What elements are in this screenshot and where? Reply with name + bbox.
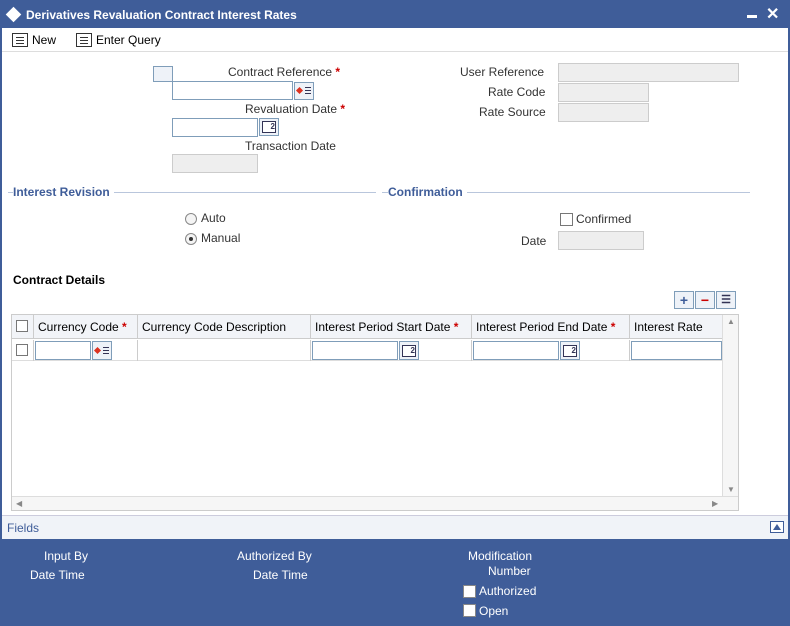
- contract-toggle-button[interactable]: [153, 66, 173, 82]
- currency-code-lov-button[interactable]: [92, 341, 112, 360]
- lov-icon: [95, 346, 109, 356]
- calendar-icon: 2: [402, 344, 416, 357]
- plus-icon: +: [679, 292, 689, 308]
- modification-number-label: Number: [488, 564, 531, 578]
- interest-rate-input[interactable]: [631, 341, 722, 360]
- currency-code-header[interactable]: Currency Code *: [34, 315, 138, 339]
- authorized-label: Authorized: [479, 584, 537, 598]
- open-label: Open: [479, 604, 509, 618]
- start-date-input[interactable]: [312, 341, 398, 360]
- enter-query-label: Enter Query: [96, 33, 161, 47]
- grid-toolbar: + − ☰: [674, 291, 736, 309]
- auto-label: Auto: [201, 211, 226, 225]
- end-date-cell: 2: [472, 340, 630, 361]
- delete-row-button[interactable]: −: [695, 291, 715, 309]
- contract-reference-label: Contract Reference *: [228, 65, 341, 79]
- window-title: Derivatives Revaluation Contract Interes…: [26, 8, 297, 22]
- select-all-cell: [12, 315, 34, 339]
- minimize-button[interactable]: [747, 15, 757, 18]
- lov-icon: [297, 86, 311, 96]
- row-select-cell: [12, 340, 34, 361]
- confirmed-label: Confirmed: [576, 212, 632, 226]
- confirmed-checkbox[interactable]: [560, 213, 573, 226]
- toolbar: New Enter Query: [2, 28, 788, 52]
- currency-code-description-cell: [138, 340, 311, 361]
- fields-link[interactable]: Fields: [7, 521, 39, 535]
- user-reference-label: User Reference: [460, 65, 545, 79]
- collapse-up-icon[interactable]: [770, 521, 784, 533]
- rate-code-field: [558, 83, 649, 102]
- row-select-checkbox[interactable]: [16, 344, 28, 356]
- revaluation-date-input[interactable]: [172, 118, 258, 137]
- new-document-icon: [12, 33, 28, 47]
- interest-rate-header[interactable]: Interest Rate: [630, 315, 722, 339]
- interest-period-start-date-header[interactable]: Interest Period Start Date *: [311, 315, 472, 339]
- scroll-up-icon[interactable]: ▲: [727, 317, 735, 326]
- transaction-date-field: [172, 154, 258, 173]
- currency-code-cell: [34, 340, 138, 361]
- minus-icon: −: [700, 292, 710, 308]
- contract-reference-input[interactable]: [172, 81, 293, 100]
- contract-details-title: Contract Details: [13, 273, 106, 287]
- single-view-button[interactable]: ☰: [716, 291, 736, 309]
- open-checkbox: [463, 604, 476, 617]
- manual-label: Manual: [201, 231, 241, 245]
- interest-rate-cell: [630, 340, 722, 361]
- fields-bar: Fields: [2, 515, 788, 539]
- authorized-checkbox: [463, 585, 476, 598]
- start-date-cell: 2: [311, 340, 472, 361]
- vertical-scrollbar[interactable]: ▲ ▼: [722, 315, 738, 496]
- end-date-input[interactable]: [473, 341, 559, 360]
- contract-reference-lov-button[interactable]: [294, 82, 314, 100]
- contract-details-grid: Currency Code * Currency Code Descriptio…: [11, 314, 739, 511]
- authorized-by-label: Authorized By: [237, 549, 312, 563]
- currency-code-description-header[interactable]: Currency Code Description: [138, 315, 311, 339]
- transaction-date-label: Transaction Date: [245, 139, 336, 153]
- title-bar: Derivatives Revaluation Contract Interes…: [2, 2, 788, 28]
- list-icon: ☰: [721, 294, 731, 306]
- table-row: 2 2: [12, 340, 722, 361]
- start-date-calendar-button[interactable]: 2: [399, 341, 419, 360]
- manual-radio[interactable]: [185, 233, 197, 245]
- calendar-icon: 2: [563, 344, 577, 357]
- revaluation-date-calendar-button[interactable]: 2: [259, 118, 279, 136]
- enter-query-button[interactable]: Enter Query: [76, 31, 161, 49]
- main-window: Derivatives Revaluation Contract Interes…: [0, 0, 790, 626]
- horizontal-scrollbar[interactable]: ◀ ▶: [12, 496, 738, 510]
- window-diamond-icon: [5, 6, 22, 23]
- user-reference-field: [558, 63, 739, 82]
- scroll-right-icon[interactable]: ▶: [712, 499, 718, 508]
- input-date-time-label: Date Time: [30, 568, 85, 582]
- select-all-checkbox[interactable]: [16, 320, 28, 332]
- revaluation-date-label: Revaluation Date *: [245, 102, 346, 116]
- close-button[interactable]: ✕: [766, 4, 779, 24]
- new-button-label: New: [32, 33, 57, 47]
- add-row-button[interactable]: +: [674, 291, 694, 309]
- calendar-icon: 2: [262, 121, 276, 133]
- interest-revision-title: Interest Revision: [13, 185, 114, 199]
- new-button[interactable]: New: [12, 31, 56, 49]
- currency-code-input[interactable]: [35, 341, 91, 360]
- scroll-down-icon[interactable]: ▼: [727, 485, 735, 494]
- confirmation-date-label: Date: [521, 234, 547, 248]
- end-date-calendar-button[interactable]: 2: [560, 341, 580, 360]
- input-by-label: Input By: [44, 549, 89, 563]
- rate-source-field: [558, 103, 649, 122]
- auto-radio[interactable]: [185, 213, 197, 225]
- rate-source-label: Rate Source: [479, 105, 546, 119]
- modification-label: Modification: [468, 549, 533, 563]
- confirmation-title: Confirmation: [388, 185, 467, 199]
- rate-code-label: Rate Code: [488, 85, 546, 99]
- query-icon: [76, 33, 92, 47]
- scroll-left-icon[interactable]: ◀: [16, 499, 22, 508]
- confirmation-date-field: [558, 231, 644, 250]
- audit-footer: Input By Date Time Authorized By Date Ti…: [2, 539, 788, 624]
- authorized-date-time-label: Date Time: [253, 568, 308, 582]
- interest-period-end-date-header[interactable]: Interest Period End Date *: [472, 315, 630, 339]
- grid-header: Currency Code * Currency Code Descriptio…: [12, 315, 722, 339]
